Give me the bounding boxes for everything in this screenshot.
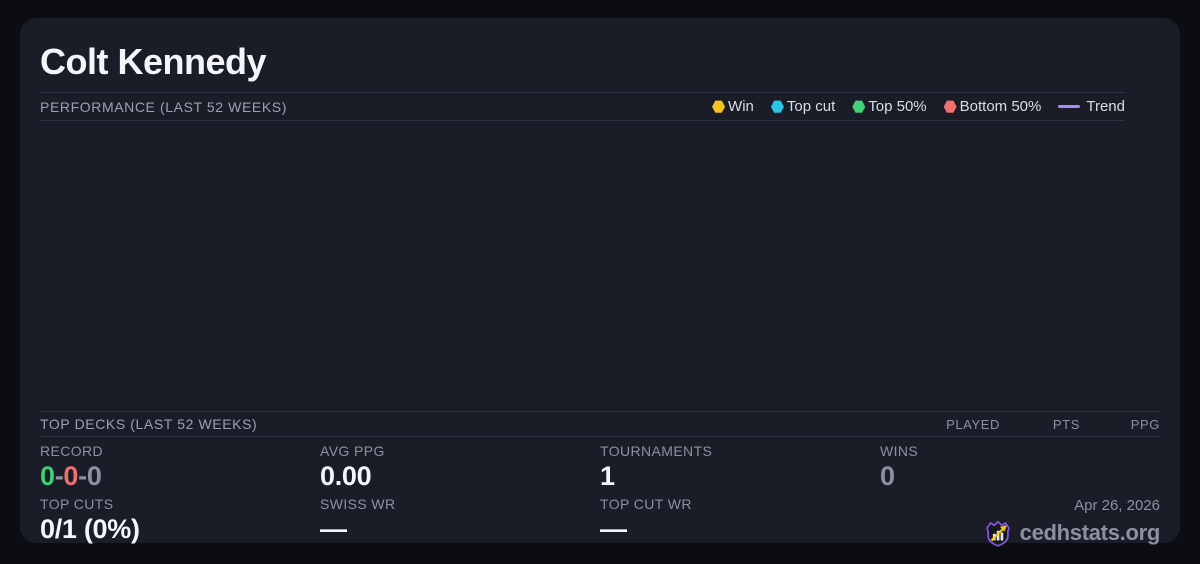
- stat-swiss-wr-value: —: [320, 514, 347, 545]
- stat-top-cut-wr-value: —: [600, 514, 627, 545]
- win-marker-icon: [712, 100, 726, 113]
- stats-grid: RECORD 0-0-0 AVG PPG 0.00 TOURNAMENTS 1 …: [40, 443, 1160, 548]
- column-header-played: PLAYED: [946, 416, 1000, 432]
- cedhstats-shield-logo-icon: [985, 521, 1010, 547]
- bottom-50-marker-icon: [943, 100, 957, 113]
- top-cut-marker-icon: [770, 100, 784, 113]
- record-separator: -: [78, 461, 87, 492]
- stat-top-cuts-label: TOP CUTS: [40, 496, 114, 513]
- stat-avg-ppg: AVG PPG 0.00: [320, 443, 600, 495]
- legend-label-top-50: Top 50%: [868, 98, 927, 116]
- stat-top-cut-wr-label: TOP CUT WR: [600, 496, 692, 513]
- stat-avg-ppg-label: AVG PPG: [320, 443, 385, 460]
- legend-item-top-cut: Top cut: [770, 98, 836, 116]
- performance-chart: [40, 121, 1160, 411]
- stat-top-cut-wr: TOP CUT WR —: [600, 496, 880, 548]
- column-header-ppg: PPG: [1130, 416, 1160, 432]
- stat-record-value: 0-0-0: [40, 461, 320, 492]
- player-stats-card: Colt Kennedy PERFORMANCE (LAST 52 WEEKS)…: [20, 18, 1180, 547]
- stat-wins-value: 0: [880, 461, 895, 492]
- legend-item-bottom-50: Bottom 50%: [943, 98, 1042, 116]
- legend-label-top-cut: Top cut: [786, 98, 836, 116]
- performance-section-title: PERFORMANCE (LAST 52 WEEKS): [40, 98, 287, 115]
- legend-label-bottom-50: Bottom 50%: [959, 98, 1042, 116]
- column-header-pts: PTS: [1052, 416, 1080, 432]
- record-losses: 0: [63, 461, 79, 492]
- legend-item-win: Win: [712, 98, 754, 115]
- stat-tournaments: TOURNAMENTS 1: [600, 443, 880, 495]
- stat-tournaments-value: 1: [600, 461, 615, 492]
- chart-legend: Win Top cut Top 50% Bottom 50% Trend: [712, 98, 1125, 115]
- performance-section-header: PERFORMANCE (LAST 52 WEEKS) Win Top cut …: [40, 92, 1125, 122]
- stat-tournaments-label: TOURNAMENTS: [600, 443, 713, 460]
- record-wins: 0: [40, 461, 55, 492]
- brand-name: cedhstats.org: [1019, 520, 1161, 546]
- stat-wins: WINS 0: [880, 443, 1160, 495]
- trend-line-icon: [1058, 105, 1081, 109]
- stat-record-label: RECORD: [40, 443, 104, 460]
- legend-label-trend: Trend: [1086, 98, 1125, 116]
- top-decks-section-header: TOP DECKS (LAST 52 WEEKS) PLAYED PTS PPG: [40, 411, 1160, 438]
- top-50-marker-icon: [852, 100, 866, 113]
- stat-avg-ppg-value: 0.00: [320, 461, 372, 492]
- legend-label-win: Win: [728, 98, 754, 116]
- stat-top-cuts-value: 0/1 (0%): [40, 514, 140, 545]
- stat-record: RECORD 0-0-0: [40, 443, 320, 495]
- stat-wins-label: WINS: [880, 443, 919, 460]
- top-decks-section-title: TOP DECKS (LAST 52 WEEKS): [40, 416, 258, 433]
- card-date: Apr 26, 2026: [1074, 497, 1160, 515]
- legend-item-trend: Trend: [1058, 98, 1125, 115]
- player-name: Colt Kennedy: [40, 41, 267, 82]
- stat-swiss-wr: SWISS WR —: [320, 496, 600, 548]
- legend-item-top-50: Top 50%: [852, 98, 927, 116]
- stat-swiss-wr-label: SWISS WR: [320, 496, 396, 513]
- footer-branding: Apr 26, 2026 cedhstats.org: [880, 496, 1160, 548]
- brand-row: cedhstats.org: [984, 519, 1160, 547]
- stat-top-cuts: TOP CUTS 0/1 (0%): [40, 496, 320, 548]
- record-draws: 0: [86, 461, 102, 492]
